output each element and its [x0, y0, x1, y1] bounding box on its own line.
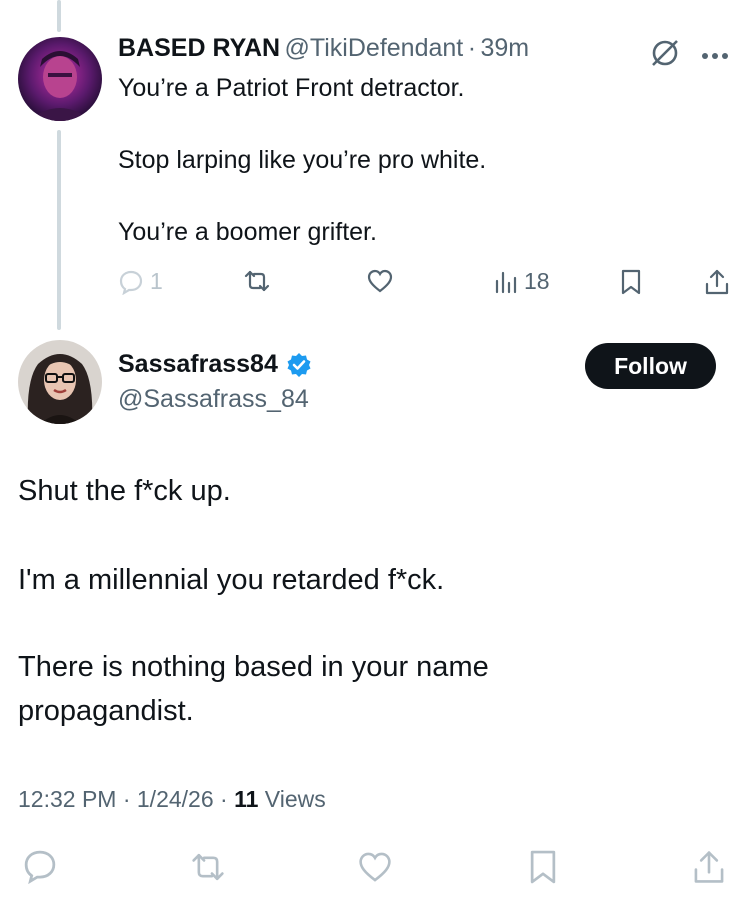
reply-text-line-3: You’re a boomer grifter. — [118, 218, 377, 246]
retweet-action[interactable] — [242, 268, 272, 294]
bookmark-icon — [621, 269, 641, 295]
share-action[interactable] — [692, 848, 726, 886]
views-action[interactable]: 18 — [494, 268, 550, 295]
avatar[interactable] — [18, 340, 102, 424]
retweet-icon — [192, 853, 224, 881]
retweet-icon — [244, 270, 270, 292]
grok-icon[interactable] — [648, 36, 682, 75]
like-action[interactable] — [356, 850, 394, 884]
tweet-text-line-1: Shut the f*ck up. — [18, 475, 231, 507]
bookmark-action[interactable] — [528, 848, 558, 886]
reply-text-line-1: You’re a Patriot Front detractor. — [118, 74, 465, 102]
avatar[interactable] — [18, 37, 102, 121]
share-icon — [694, 851, 724, 883]
more-icon[interactable] — [700, 48, 730, 66]
retweet-action[interactable] — [188, 850, 228, 884]
bookmark-action[interactable] — [620, 268, 642, 296]
thread-line-top — [57, 0, 61, 32]
display-name[interactable]: Sassafrass84 — [118, 350, 278, 379]
like-icon — [367, 269, 393, 293]
views-count: 11 — [234, 786, 259, 812]
like-action[interactable] — [366, 268, 394, 294]
handle[interactable]: @Sassafrass_84 — [118, 385, 309, 414]
reply-icon — [119, 270, 143, 295]
separator: · — [467, 34, 477, 62]
tweet-meta: 12:32 PM · 1/24/26 · 11 Views — [18, 786, 326, 813]
reply-text-line-2: Stop larping like you’re pro white. — [118, 146, 487, 174]
follow-button[interactable]: Follow — [585, 343, 716, 389]
share-icon — [705, 269, 729, 295]
bookmark-icon — [530, 850, 556, 884]
tweet-text-line-4: propagandist. — [18, 695, 194, 727]
verified-badge-icon[interactable] — [286, 352, 312, 378]
tweet-text-line-3: There is nothing based in your name — [18, 651, 489, 683]
display-name[interactable]: BASED RYAN — [118, 34, 280, 62]
views-label: Views — [264, 786, 326, 812]
thread-line — [57, 130, 61, 330]
time-ago[interactable]: 39m — [480, 34, 529, 62]
like-icon — [359, 852, 391, 882]
reply-action[interactable] — [22, 848, 58, 884]
reply-action[interactable]: 1 — [118, 268, 163, 295]
share-action[interactable] — [704, 268, 730, 296]
handle[interactable]: @TikiDefendant — [285, 34, 464, 62]
reply-count: 1 — [150, 268, 163, 294]
reply-icon — [24, 850, 56, 884]
timestamp[interactable]: 12:32 PM · 1/24/26 · — [18, 786, 228, 812]
reply-header: BASED RYAN @TikiDefendant · 39m — [118, 34, 529, 63]
views-icon — [495, 271, 517, 293]
tweet-text-line-2: I'm a millennial you retarded f*ck. — [18, 564, 445, 596]
views-count: 18 — [524, 268, 550, 294]
